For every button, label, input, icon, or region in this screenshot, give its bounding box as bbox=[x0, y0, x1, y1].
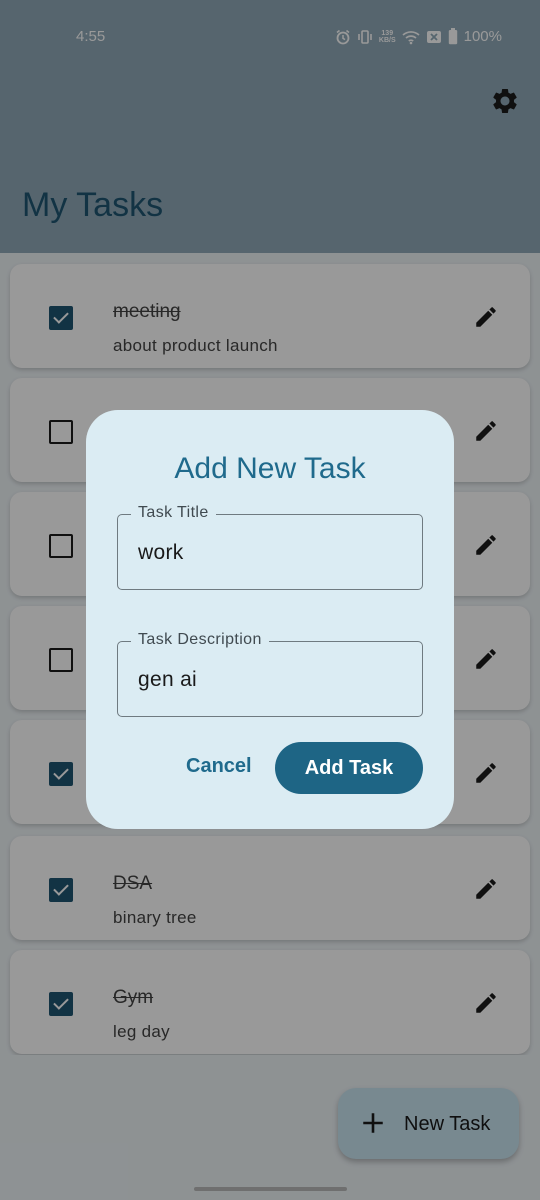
task-title-label: Task Title bbox=[131, 504, 216, 522]
task-description-input[interactable]: gen ai bbox=[138, 668, 197, 692]
add-task-dialog: Add New Task Task Title work Task Descri… bbox=[86, 410, 454, 829]
add-task-button[interactable]: Add Task bbox=[275, 742, 423, 794]
task-description-label: Task Description bbox=[131, 631, 269, 649]
task-description-field[interactable]: Task Description gen ai bbox=[117, 631, 423, 717]
task-title-input[interactable]: work bbox=[138, 541, 184, 565]
dialog-title: Add New Task bbox=[174, 452, 366, 485]
cancel-button[interactable]: Cancel bbox=[186, 755, 252, 778]
task-title-field[interactable]: Task Title work bbox=[117, 504, 423, 590]
